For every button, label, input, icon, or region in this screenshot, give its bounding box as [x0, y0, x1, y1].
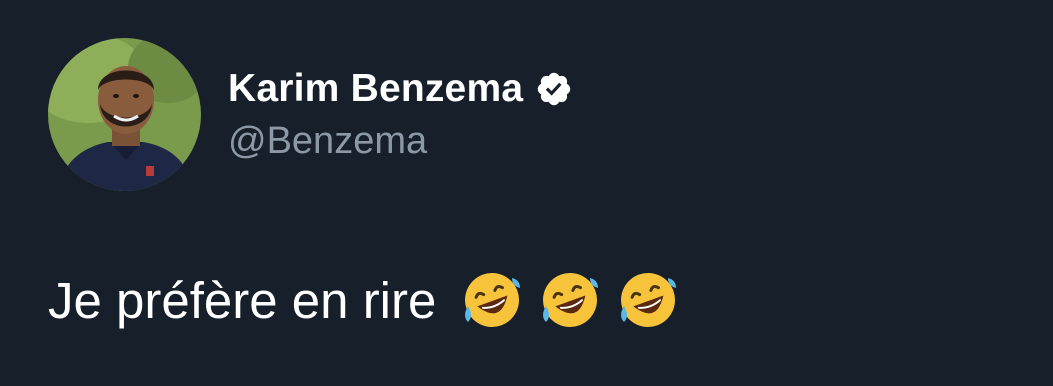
author-display-name[interactable]: Karim Benzema [228, 67, 523, 111]
name-row: Karim Benzema [228, 64, 573, 114]
verified-badge-icon [535, 70, 573, 108]
emoji-group [460, 268, 694, 332]
author-info: Karim Benzema @Benzema [228, 64, 573, 163]
rolling-on-floor-laughing-emoji-icon [538, 268, 602, 332]
rolling-on-floor-laughing-emoji-icon [616, 268, 680, 332]
author-avatar[interactable] [48, 38, 201, 191]
tweet-card: Karim Benzema @Benzema Je préfère en rir… [0, 0, 1053, 386]
tweet-text: Je préfère en rire [48, 271, 437, 329]
tweet-body: Je préfère en rire [48, 268, 694, 332]
rolling-on-floor-laughing-emoji-icon [460, 268, 524, 332]
author-handle[interactable]: @Benzema [228, 120, 573, 163]
